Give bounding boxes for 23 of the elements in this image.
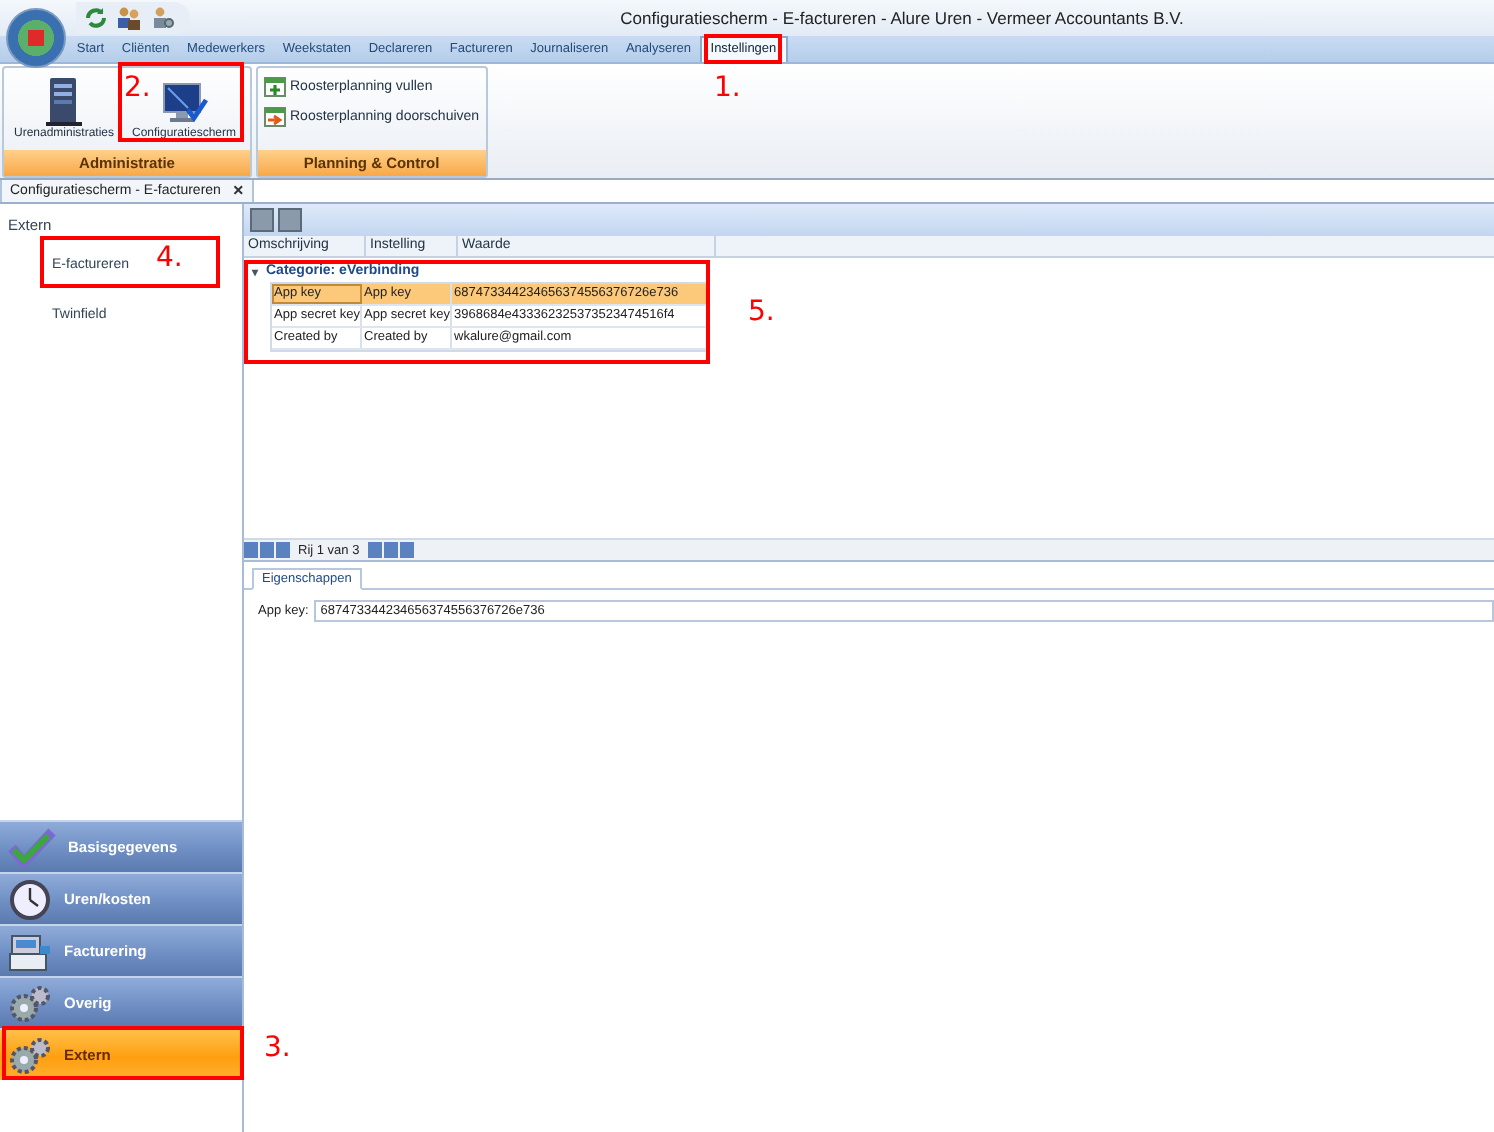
highlight-frame [704, 34, 782, 64]
next-button[interactable] [367, 542, 382, 558]
person-gear-icon[interactable] [150, 6, 174, 30]
people-icon[interactable] [116, 6, 142, 30]
highlight-frame [118, 62, 244, 142]
next-page-button[interactable] [383, 542, 398, 558]
cash-register-icon [8, 929, 52, 973]
gears-icon [8, 981, 52, 1025]
window-title: Configuratiescherm - E-factureren - Alure Uren - Vermeer Accountants B.V. [618, 8, 1186, 28]
gears-icon [8, 1033, 52, 1077]
last-page-button[interactable] [399, 542, 414, 558]
server-icon[interactable] [42, 76, 86, 128]
refresh-icon[interactable] [84, 6, 108, 30]
monitor-check-icon[interactable] [160, 80, 208, 128]
close-button[interactable]: × [232, 180, 244, 200]
step-number: 1. [714, 72, 741, 104]
step-number: 4. [156, 242, 183, 274]
step-number: 3. [264, 1032, 291, 1064]
checkmark-icon [8, 827, 56, 867]
step-number: 5. [748, 296, 775, 328]
clock-icon [8, 877, 52, 921]
step-number: 2. [124, 72, 151, 104]
calendar-plus-icon [264, 76, 286, 98]
